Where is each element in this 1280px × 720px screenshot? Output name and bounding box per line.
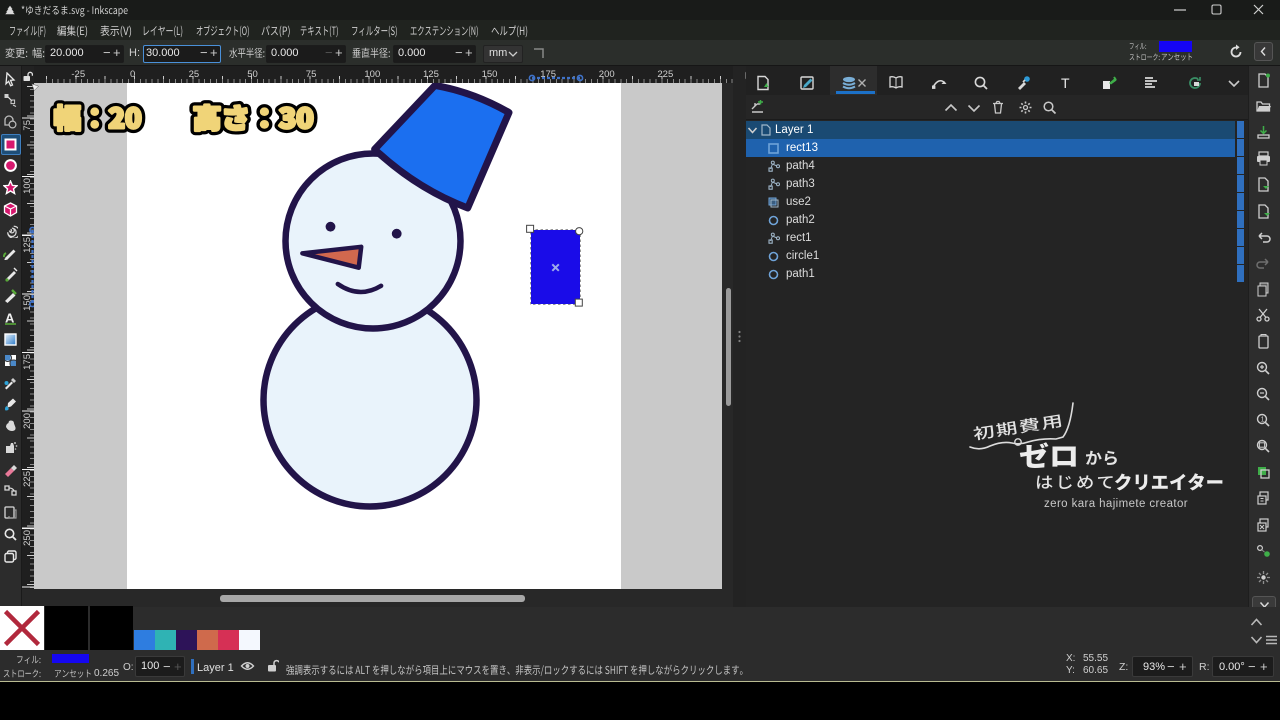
svg-text:1: 1 <box>1261 417 1265 424</box>
svg-text:T: T <box>1061 75 1070 91</box>
svg-text:A: A <box>5 311 15 326</box>
